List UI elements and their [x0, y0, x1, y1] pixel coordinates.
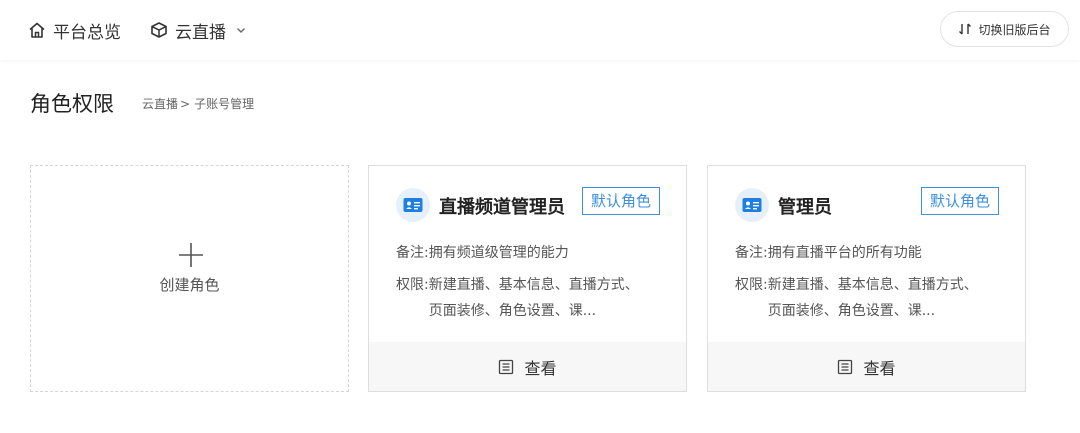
- breadcrumb-current: 子账号管理: [194, 97, 255, 111]
- role-note-key: 备注:: [735, 245, 768, 261]
- chevron-down-icon: [237, 28, 245, 33]
- page-title: 角色权限: [30, 92, 114, 116]
- role-note-value: 拥有频道级管理的能力: [428, 245, 569, 261]
- nav-home[interactable]: 平台总览: [28, 18, 121, 43]
- breadcrumb-root[interactable]: 云直播: [142, 95, 178, 112]
- default-role-badge: 默认角色: [581, 187, 660, 215]
- default-role-badge: 默认角色: [920, 187, 999, 215]
- document-icon: [499, 359, 514, 374]
- role-perm-value: 新建直播、基本信息、直播方式、页面装修、角色设置、课...: [767, 277, 978, 319]
- role-note: 备注: 拥有频道级管理的能力: [396, 240, 644, 266]
- create-role-label: 创建角色: [159, 276, 220, 294]
- view-role-label: 查看: [524, 358, 557, 378]
- role-perm-key: 权限:: [735, 277, 768, 293]
- document-icon: [838, 359, 853, 374]
- cube-icon: [151, 22, 167, 38]
- breadcrumb: 云直播 > 子账号管理: [142, 95, 254, 112]
- plus-icon: [179, 243, 203, 267]
- switch-old-admin-label: 切换旧版后台: [978, 22, 1051, 37]
- role-note-key: 备注:: [396, 245, 429, 261]
- home-icon: [29, 22, 45, 38]
- nav-home-label: 平台总览: [53, 22, 121, 43]
- id-card-icon: [735, 188, 769, 222]
- top-nav-bar: 平台总览 云直播 切换旧版后台: [0, 0, 1080, 60]
- role-name: 管理员: [778, 197, 832, 218]
- view-role-button[interactable]: 查看: [369, 342, 686, 391]
- breadcrumb-separator: >: [180, 96, 191, 111]
- role-name: 直播频道管理员: [439, 197, 565, 218]
- view-role-button[interactable]: 查看: [708, 342, 1025, 391]
- nav-live-dropdown[interactable]: 云直播: [150, 18, 246, 43]
- role-perm-value: 新建直播、基本信息、直播方式、页面装修、角色设置、课...: [428, 277, 639, 319]
- role-note: 备注: 拥有直播平台的所有功能: [735, 240, 983, 266]
- role-permissions: 权限: 新建直播、基本信息、直播方式、页面装修、角色设置、课...: [735, 272, 983, 324]
- id-card-icon: [396, 188, 430, 222]
- switch-arrows-icon: [959, 23, 972, 35]
- view-role-label: 查看: [863, 358, 896, 378]
- role-perm-key: 权限:: [396, 277, 429, 293]
- role-card: 直播频道管理员 默认角色 备注: 拥有频道级管理的能力 权限: 新建直播、基本信…: [368, 165, 687, 392]
- role-permissions: 权限: 新建直播、基本信息、直播方式、页面装修、角色设置、课...: [396, 272, 644, 324]
- switch-old-admin-button[interactable]: 切换旧版后台: [940, 11, 1069, 47]
- role-card: 管理员 默认角色 备注: 拥有直播平台的所有功能 权限: 新建直播、基本信息、直…: [707, 165, 1026, 392]
- nav-live-label: 云直播: [175, 22, 226, 43]
- role-note-value: 拥有直播平台的所有功能: [767, 245, 922, 261]
